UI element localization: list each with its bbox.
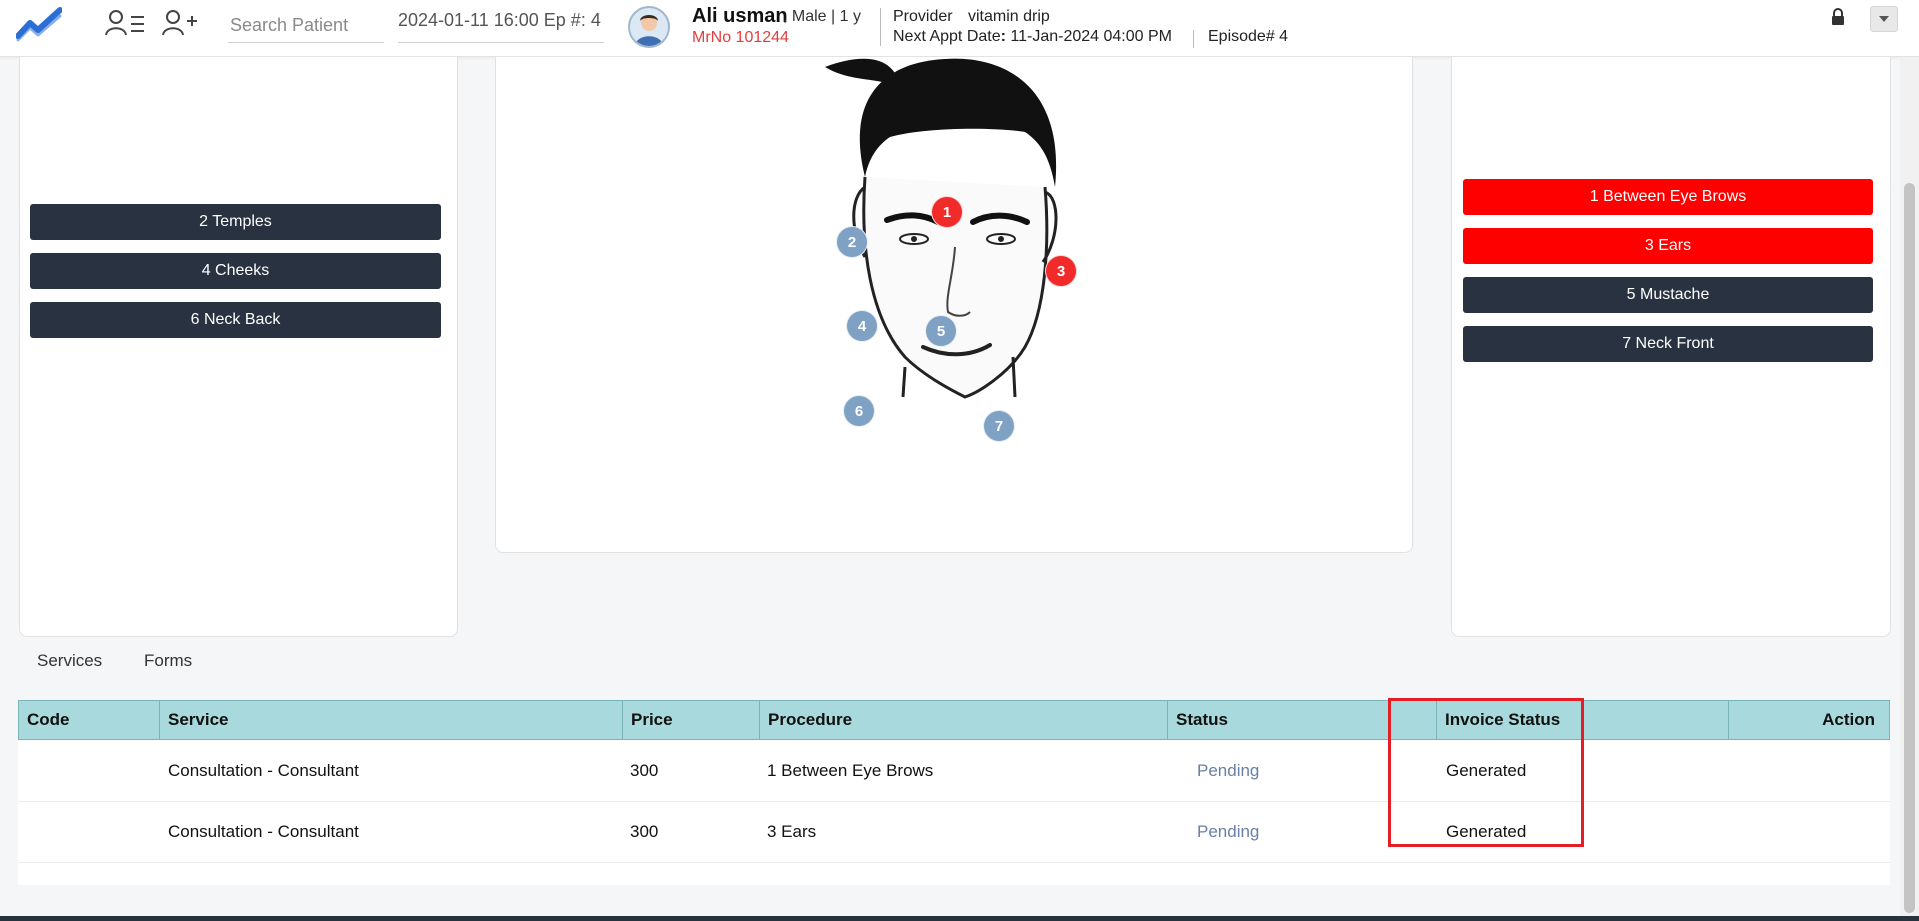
zone-button-label: 3 Ears xyxy=(1644,237,1692,254)
zone-button-temples[interactable]: 2 Temples xyxy=(30,204,441,240)
next-appt-colon: : xyxy=(1000,28,1006,45)
zone-button-neck-back[interactable]: 6 Neck Back xyxy=(30,302,441,338)
scrollbar-thumb[interactable] xyxy=(1904,183,1915,913)
face-marker-7[interactable]: 7 xyxy=(983,410,1015,442)
top-bar: 2024-01-11 16:00 Ep #: 4 Ali usman , Mal… xyxy=(0,0,1919,57)
face-marker-1[interactable]: 1 xyxy=(931,196,963,228)
zone-button-label: 2 Temples xyxy=(199,213,272,230)
lock-icon[interactable] xyxy=(1830,8,1846,26)
cell-price: 300 xyxy=(630,761,659,780)
cell-service: Consultation - Consultant xyxy=(168,822,359,841)
face-marker-4[interactable]: 4 xyxy=(846,310,878,342)
patient-list-icon[interactable] xyxy=(104,8,146,38)
tab-forms[interactable]: Forms xyxy=(144,651,192,671)
services-table: Code Service Price Procedure Status Invo… xyxy=(18,700,1890,885)
cell-status[interactable]: Pending xyxy=(1197,801,1259,862)
zone-button-label: 6 Neck Back xyxy=(190,311,281,328)
user-menu-dropdown-button[interactable] xyxy=(1870,6,1898,32)
face-marker-6[interactable]: 6 xyxy=(843,395,875,427)
provider-label: Provider xyxy=(893,8,953,25)
zone-button-label: 1 Between Eye Brows xyxy=(1589,188,1747,205)
column-header-service: Service xyxy=(159,701,622,739)
zone-button-cheeks[interactable]: 4 Cheeks xyxy=(30,253,441,289)
column-header-procedure: Procedure xyxy=(759,701,1167,739)
zone-button-ears[interactable]: 3 Ears xyxy=(1463,228,1873,264)
face-marker-3[interactable]: 3 xyxy=(1045,255,1077,287)
table-row: Consultation - Consultant 300 3 Ears Pen… xyxy=(18,801,1890,863)
table-header: Code Service Price Procedure Status Invo… xyxy=(18,700,1890,740)
patient-avatar xyxy=(628,6,670,48)
zone-button-label: 7 Neck Front xyxy=(1622,335,1714,352)
zone-button-neck-front[interactable]: 7 Neck Front xyxy=(1463,326,1873,362)
episode-divider xyxy=(1193,30,1194,48)
next-appt-value: 11-Jan-2024 04:00 PM xyxy=(1010,28,1172,45)
search-patient-input[interactable] xyxy=(228,8,384,43)
zone-button-mustache[interactable]: 5 Mustache xyxy=(1463,277,1873,313)
column-header-code: Code xyxy=(27,710,70,729)
person-avatar-icon xyxy=(635,15,663,46)
episode-select[interactable]: 2024-01-11 16:00 Ep #: 4 xyxy=(398,8,604,43)
zone-button-between-eye-brows[interactable]: 1 Between Eye Brows xyxy=(1463,179,1873,215)
right-zone-panel: 1 Between Eye Brows 3 Ears 5 Mustache 7 … xyxy=(1451,57,1891,637)
patient-gender-age: , Male | 1 y xyxy=(783,8,861,25)
column-header-action: Action xyxy=(1728,701,1891,739)
cell-procedure: 3 Ears xyxy=(767,822,817,841)
cell-procedure: 1 Between Eye Brows xyxy=(767,761,934,780)
add-patient-icon[interactable] xyxy=(160,8,202,38)
episode-number: Episode# 4 xyxy=(1208,28,1289,45)
header-divider xyxy=(880,8,881,46)
invoice-status-highlight-box xyxy=(1388,698,1584,847)
cell-status[interactable]: Pending xyxy=(1197,740,1259,801)
patient-mrn: MrNo 101244 xyxy=(692,29,789,46)
cell-price: 300 xyxy=(630,822,659,841)
column-header-status: Status xyxy=(1167,701,1389,739)
left-zone-panel: 2 Temples 4 Cheeks 6 Neck Back xyxy=(19,57,458,637)
face-marker-5[interactable]: 5 xyxy=(925,315,957,347)
bottom-strip xyxy=(0,916,1919,921)
zone-button-label: 4 Cheeks xyxy=(201,262,270,279)
cell-service: Consultation - Consultant xyxy=(168,761,359,780)
app-logo-icon[interactable] xyxy=(16,6,62,42)
face-marker-2[interactable]: 2 xyxy=(836,226,868,258)
zone-button-label: 5 Mustache xyxy=(1626,286,1710,303)
column-header-price: Price xyxy=(622,701,759,739)
table-row: Consultation - Consultant 300 1 Between … xyxy=(18,740,1890,802)
tab-services[interactable]: Services xyxy=(37,651,102,671)
next-appointment: Next Appt Date: 11-Jan-2024 04:00 PM xyxy=(893,28,1172,46)
next-appt-label: Next Appt Date xyxy=(893,28,1001,45)
patient-name: Ali usman xyxy=(692,5,788,27)
provider-value: vitamin drip xyxy=(968,8,1050,25)
